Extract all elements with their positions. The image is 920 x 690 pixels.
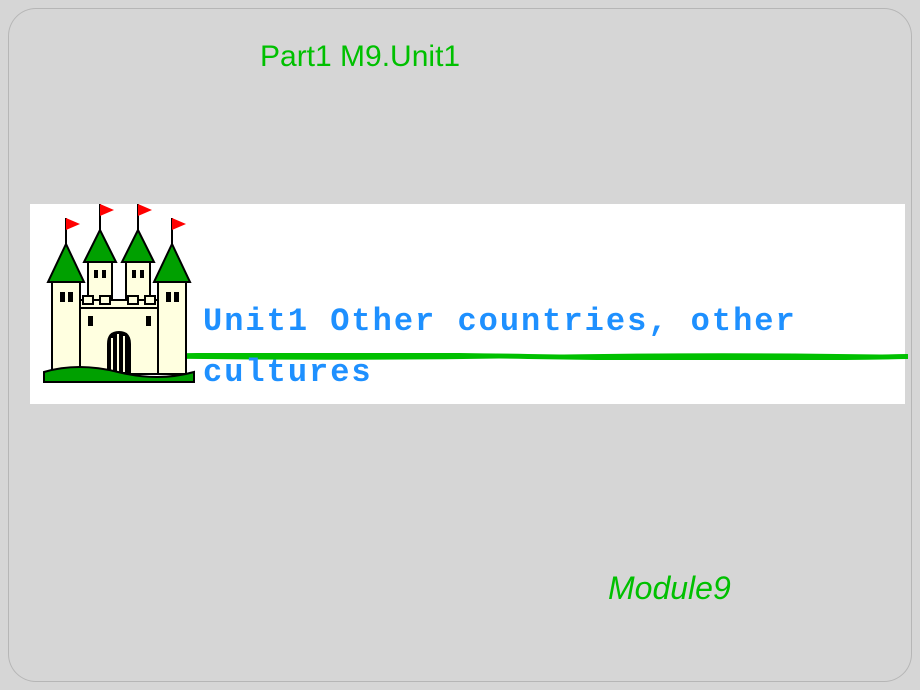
module-text: Module9 (608, 570, 731, 606)
module-label: Module9 (608, 570, 731, 607)
slide-container: Part1 M9.Unit1 (8, 8, 912, 682)
castle-icon (38, 204, 198, 384)
unit-title: Unit1 Other countries, other cultures (203, 296, 853, 398)
header-text: Part1 M9.Unit1 (260, 40, 460, 73)
slide-header: Part1 M9.Unit1 (260, 40, 460, 74)
title-line-1: Unit1 Other countries, other (203, 303, 797, 340)
title-line-2: cultures (203, 354, 373, 391)
